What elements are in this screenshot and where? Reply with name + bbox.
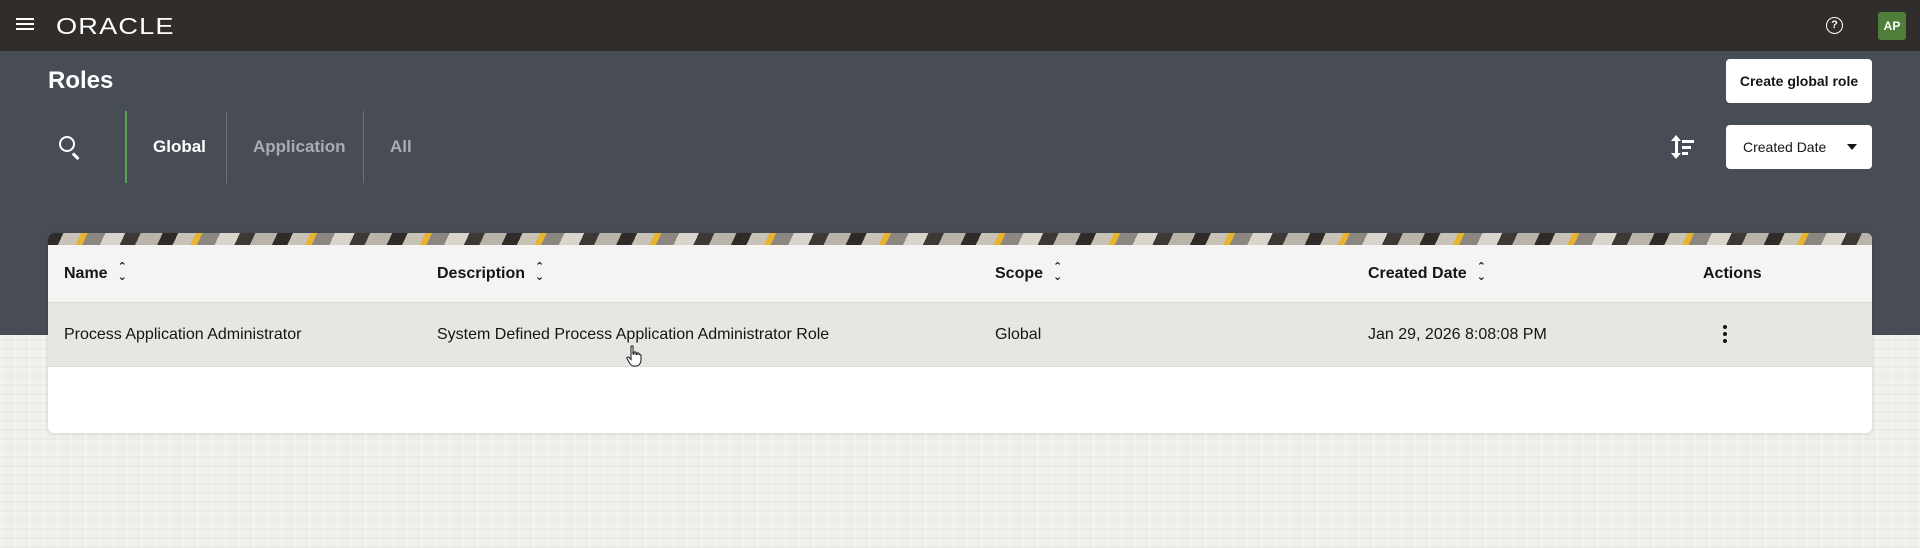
cell-created-date: Jan 29, 2026 8:08:08 PM: [1368, 326, 1547, 343]
column-header-scope[interactable]: Scope ⌃ ⌄: [995, 245, 1062, 303]
table-header: Name ⌃ ⌄ Description ⌃ ⌄ Scope ⌃ ⌄ Created Dat…: [48, 245, 1872, 303]
hand-cursor-icon: [626, 345, 642, 367]
tab-global[interactable]: Global: [125, 111, 225, 183]
sort-arrows-icon: ⌃ ⌄: [1476, 260, 1486, 283]
cell-name: Process Application Administrator: [64, 326, 302, 343]
cell-scope: Global: [995, 326, 1042, 343]
tab-application[interactable]: Application: [226, 111, 363, 183]
sort-by-select[interactable]: Created Date: [1726, 125, 1872, 169]
tab-all[interactable]: All: [363, 111, 453, 183]
column-header-actions: Actions: [1703, 265, 1762, 282]
chevron-down-icon: [1847, 144, 1857, 150]
oracle-logo[interactable]: ORACLE: [56, 13, 175, 40]
help-icon[interactable]: ?: [1826, 17, 1843, 34]
column-header-name[interactable]: Name ⌃ ⌄: [64, 245, 127, 303]
table-row[interactable]: Process Application Administrator System…: [48, 303, 1872, 367]
sort-arrows-icon: ⌃ ⌄: [117, 260, 127, 283]
page-title: Roles: [48, 67, 114, 94]
sort-icon[interactable]: [1670, 135, 1696, 159]
sort-arrows-icon: ⌃ ⌄: [1053, 260, 1063, 283]
user-avatar[interactable]: AP: [1878, 12, 1906, 40]
column-header-created-date[interactable]: Created Date ⌃ ⌄: [1368, 245, 1486, 303]
top-navigation-bar: ORACLE ? AP: [0, 0, 1920, 51]
roles-table: Name ⌃ ⌄ Description ⌃ ⌄ Scope ⌃ ⌄ Created Dat…: [48, 233, 1872, 433]
sort-arrows-icon: ⌃ ⌄: [535, 260, 545, 283]
create-global-role-button[interactable]: Create global role: [1726, 59, 1872, 103]
column-header-description[interactable]: Description ⌃ ⌄: [437, 245, 544, 303]
sort-by-value: Created Date: [1743, 139, 1827, 155]
hamburger-menu-icon[interactable]: [16, 16, 36, 34]
decorative-banner: [48, 233, 1872, 245]
kebab-menu-icon[interactable]: [1717, 325, 1733, 345]
search-icon[interactable]: [56, 133, 84, 161]
